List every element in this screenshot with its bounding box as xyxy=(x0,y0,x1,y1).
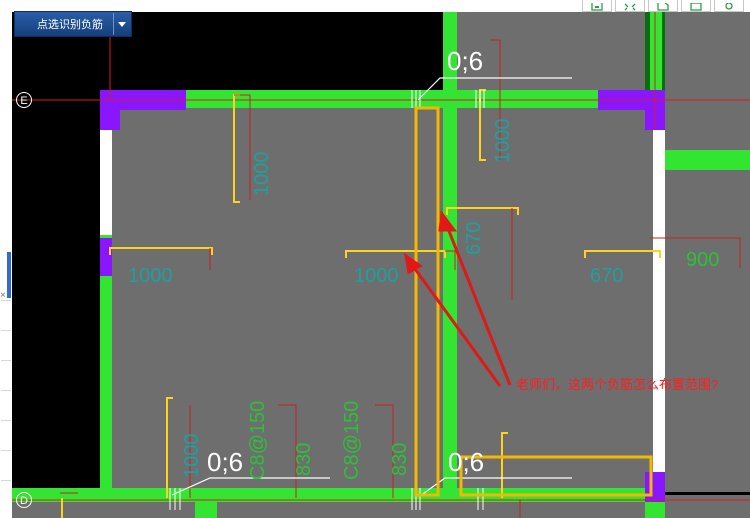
settings-icon[interactable] xyxy=(714,0,744,12)
identify-negative-rebar-label: 点选识别负筋 xyxy=(37,19,103,31)
axis-bubble-e: E xyxy=(16,92,32,108)
save-icon[interactable] xyxy=(582,0,612,12)
panel-close-icon[interactable]: × xyxy=(0,291,6,301)
cad-viewport[interactable]: E D 0;6 0;6 0;6 1000 1000 670 900 1000 6… xyxy=(0,0,750,518)
opening-right xyxy=(653,130,665,472)
dim-top-right-vertical: 1000 xyxy=(492,118,514,164)
dim-c8-a: C8@150 xyxy=(247,400,269,480)
column-br xyxy=(645,472,665,502)
dim-830-a: 830 xyxy=(293,442,315,476)
question-note: 老师们，这两个负筋怎么布置范围? xyxy=(516,377,719,392)
identify-negative-rebar-button[interactable]: 点选识别负筋 xyxy=(14,11,132,37)
dim-right-a: 670 xyxy=(590,265,624,287)
dim-left: 1000 xyxy=(128,265,173,287)
open-icon[interactable] xyxy=(648,0,678,12)
fit-view-icon[interactable] xyxy=(615,0,645,12)
rebar-label-bottom-right: 0;6 xyxy=(448,447,485,477)
dim-bottom-left-vertical: 1000 xyxy=(181,433,203,479)
wall-right-stub xyxy=(655,150,750,170)
panel-resize-handle[interactable] xyxy=(7,252,11,298)
window-icon[interactable] xyxy=(681,0,711,12)
opening-left xyxy=(100,130,112,235)
dim-mid-vertical: 670 xyxy=(463,221,485,255)
left-panel-strip xyxy=(0,0,12,518)
dim-c8-b: C8@150 xyxy=(341,400,363,480)
view-toolbar xyxy=(582,0,750,12)
dim-center: 1000 xyxy=(354,265,399,287)
rebar-label-top: 0;6 xyxy=(447,46,484,76)
dim-830-b: 830 xyxy=(389,442,411,476)
cad-drawing[interactable] xyxy=(0,0,750,518)
slab-top xyxy=(455,12,645,100)
dim-top-vertical: 1000 xyxy=(251,151,273,197)
rebar-label-bottom-left: 0;6 xyxy=(207,447,244,477)
chevron-down-icon[interactable] xyxy=(113,21,131,27)
dim-right-b: 900 xyxy=(686,249,720,271)
axis-bubble-d: D xyxy=(16,492,32,508)
